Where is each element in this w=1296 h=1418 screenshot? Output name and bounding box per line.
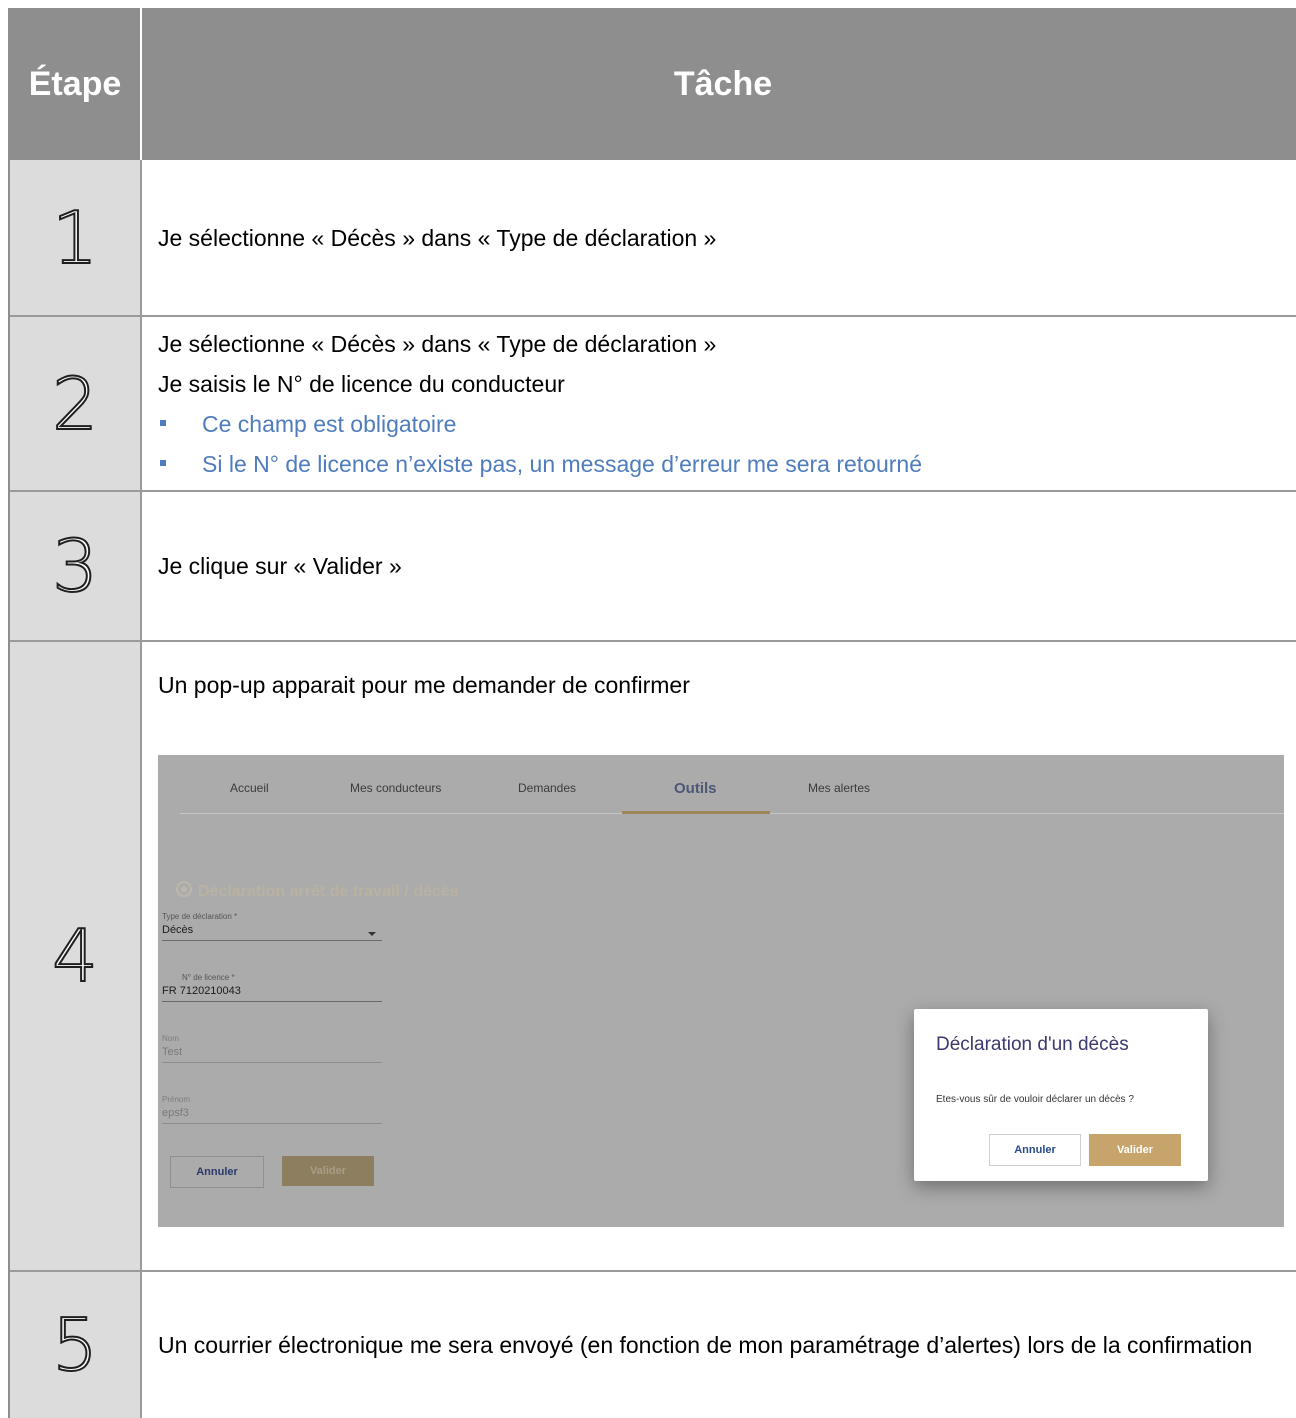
table-row: 2 Je sélectionne « Décès » dans « Type d… — [10, 317, 1296, 492]
field-value: epsf3 — [162, 1107, 189, 1119]
step-number: 5 — [51, 1303, 99, 1387]
task-cell: Je sélectionne « Décès » dans « Type de … — [142, 160, 1296, 315]
step-number: 2 — [51, 361, 99, 446]
confirm-dialog: Déclaration d'un décès Etes-vous sûr de … — [914, 1009, 1208, 1181]
radio-icon[interactable] — [176, 881, 192, 897]
bullet-item: Si le N° de licence n’existe pas, un mes… — [158, 444, 1296, 484]
table-row: 5 Un courrier électronique me sera envoy… — [10, 1272, 1296, 1418]
nav-item-mes-alertes[interactable]: Mes alertes — [808, 781, 870, 795]
field-value: Test — [162, 1046, 183, 1058]
form-title: Déclaration arrêt de travail / décès — [176, 881, 459, 902]
task-text: Je sélectionne « Décès » dans « Type de … — [158, 330, 717, 357]
table-header: Étape Tâche — [10, 8, 1296, 160]
table-row: 4 Un pop-up apparait pour me demander de… — [10, 642, 1296, 1272]
dropdown-arrow-icon — [368, 932, 376, 936]
form-validate-button[interactable]: Valider — [282, 1156, 374, 1186]
licence-number-field[interactable]: N° de licence * FR 7120210043 — [162, 973, 382, 1002]
top-nav: Accueil Mes conducteurs Demandes Outils … — [180, 755, 1284, 814]
header-step-cell: Étape — [10, 8, 142, 160]
dialog-title: Déclaration d'un décès — [936, 1034, 1129, 1055]
task-cell: Un courrier électronique me sera envoyé … — [142, 1272, 1296, 1418]
step-number: 4 — [51, 914, 99, 998]
field-value: Décès — [162, 924, 194, 936]
field-label: Prénom — [162, 1095, 191, 1104]
step-number: 1 — [51, 195, 99, 280]
task-text: Je sélectionne « Décès » dans « Type de … — [158, 224, 717, 251]
header-task-label: Tâche — [673, 65, 773, 103]
field-label: Nom — [162, 1034, 179, 1043]
task-text: Un courrier électronique me sera envoyé … — [158, 1332, 1253, 1358]
embedded-screenshot: Accueil Mes conducteurs Demandes Outils … — [158, 755, 1284, 1227]
task-bullets: Ce champ est obligatoire Si le N° de lic… — [158, 404, 1296, 484]
nom-field[interactable]: Nom Test — [162, 1034, 382, 1063]
header-task-cell: Tâche — [142, 8, 1296, 160]
task-text: Je clique sur « Valider » — [158, 553, 402, 579]
task-cell: Un pop-up apparait pour me demander de c… — [142, 642, 1296, 1270]
nav-item-mes-conducteurs[interactable]: Mes conducteurs — [350, 781, 441, 795]
nav-item-demandes[interactable]: Demandes — [518, 781, 576, 795]
field-underline — [162, 1123, 382, 1124]
step-number-cell: 4 — [10, 642, 142, 1270]
task-text: Je saisis le N° de licence du conducteur — [158, 370, 565, 397]
field-underline — [162, 940, 382, 941]
field-value: FR 7120210043 — [162, 985, 241, 997]
step-number-cell: 5 — [10, 1272, 142, 1418]
form-cancel-button[interactable]: Annuler — [170, 1156, 264, 1188]
bullet-item: Ce champ est obligatoire — [158, 404, 1296, 444]
form-title-text: Déclaration arrêt de travail / décès — [198, 883, 459, 900]
step-number-cell: 2 — [10, 317, 142, 490]
step-number-cell: 1 — [10, 160, 142, 315]
table-row: 1 Je sélectionne « Décès » dans « Type d… — [10, 160, 1296, 317]
step-number-cell: 3 — [10, 492, 142, 640]
prenom-field[interactable]: Prénom epsf3 — [162, 1095, 382, 1124]
header-step-label: Étape — [28, 64, 122, 103]
active-tab-indicator — [622, 811, 770, 814]
dialog-validate-button[interactable]: Valider — [1089, 1134, 1181, 1166]
dialog-message: Etes-vous sûr de vouloir déclarer un déc… — [936, 1094, 1134, 1105]
nav-item-outils[interactable]: Outils — [674, 781, 717, 796]
task-cell: Je sélectionne « Décès » dans « Type de … — [142, 317, 1296, 490]
field-underline — [162, 1062, 382, 1063]
nav-item-accueil[interactable]: Accueil — [230, 781, 269, 795]
field-underline — [162, 1001, 382, 1002]
declaration-type-select[interactable]: Type de déclaration * Décès — [162, 912, 382, 941]
table-row: 3 Je clique sur « Valider » — [10, 492, 1296, 642]
task-cell: Je clique sur « Valider » — [142, 492, 1296, 640]
step-number: 3 — [51, 524, 99, 608]
field-label: N° de licence * — [182, 973, 235, 982]
field-label: Type de déclaration * — [162, 912, 238, 921]
steps-table: Étape Tâche 1 Je sélectionne « Décès » d… — [8, 8, 1296, 1418]
dialog-cancel-button[interactable]: Annuler — [989, 1134, 1081, 1166]
task-text: Un pop-up apparait pour me demander de c… — [158, 672, 690, 698]
